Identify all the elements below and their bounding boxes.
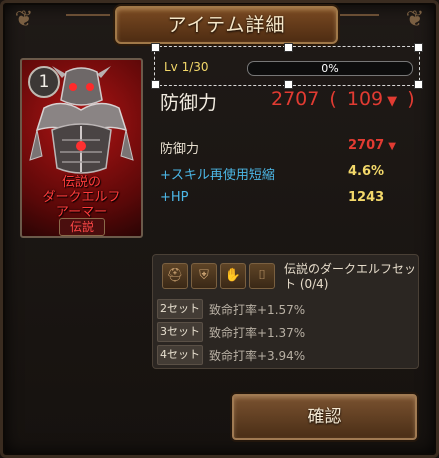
level-progress-text: 0% [321, 62, 339, 75]
set-effect-text: 致命打率+1.37% [209, 326, 306, 340]
set-count-tag: 2セット [157, 299, 203, 319]
set-bonus-row: 4セット 致命打率+3.94% [157, 345, 417, 365]
down-arrow-icon: ▼ [388, 141, 396, 152]
stat-number: 2707 [348, 138, 385, 153]
resize-handle[interactable] [284, 43, 293, 52]
main-stat-number: 2707 [271, 88, 320, 110]
gloves-icon[interactable]: ✋ [220, 263, 246, 289]
set-bonus-row: 2セット 致命打率+1.57% [157, 299, 417, 319]
stat-label: +スキル再使用短縮 [160, 168, 275, 183]
resize-handle[interactable] [151, 80, 160, 89]
helmet-icon[interactable]: ⛑ [162, 263, 188, 289]
frame-ornament-icon: ❦ [14, 7, 34, 32]
set-effect-text: 致命打率+1.57% [209, 303, 306, 317]
main-stat-delta: 109 [346, 88, 384, 110]
set-bonus-row: 3セット 致命打率+1.37% [157, 322, 417, 342]
stat-value: 2707 ▼ [348, 138, 396, 153]
set-count-tag: 4セット [157, 345, 203, 365]
set-bonus-title: 伝説のダークエルフセット (0/4) [284, 262, 417, 291]
item-card[interactable]: 1 伝説の ダークエルフ アーマー 伝説 [20, 58, 143, 238]
resize-handle[interactable] [414, 43, 423, 52]
window-title: アイテム詳細 [115, 6, 338, 44]
set-bonus-panel: ⛑ ⛨ ✋ ⌷ 伝説のダークエルフセット (0/4) 2セット 致命打率+1.5… [152, 254, 419, 369]
stat-value: 4.6% [348, 164, 384, 179]
set-count-tag: 3セット [157, 322, 203, 342]
item-name-line: 伝説の [61, 175, 101, 190]
boots-icon[interactable]: ⌷ [249, 263, 275, 289]
item-name: 伝説の ダークエルフ アーマー [22, 175, 141, 220]
level-panel: Lv 1/30 0% [151, 43, 423, 89]
main-stat-paren-close: ) [407, 88, 415, 110]
resize-handle[interactable] [151, 43, 160, 52]
title-divider [335, 14, 379, 26]
main-stat-label: 防御力 [160, 92, 218, 114]
item-name-line: ダークエルフ [42, 190, 121, 205]
stat-label: +HP [160, 190, 189, 205]
stat-value: 1243 [348, 190, 384, 205]
main-stat-value: 2707 ( 109 ▼ ) [271, 88, 419, 110]
main-stat-paren-open: ( [329, 88, 337, 110]
title-divider [66, 14, 110, 26]
down-arrow-icon: ▼ [387, 94, 398, 109]
armor-icon[interactable]: ⛨ [191, 263, 217, 289]
stat-label: 防御力 [160, 142, 200, 157]
quantity-badge: 1 [28, 66, 60, 98]
level-label: Lv 1/30 [164, 60, 209, 74]
frame-ornament-icon: ❦ [405, 7, 425, 32]
level-progress-bar: 0% [247, 61, 413, 76]
confirm-button[interactable]: 確認 [232, 394, 417, 440]
stat-number: 4.6% [348, 164, 385, 179]
rarity-badge: 伝説 [59, 218, 105, 236]
set-effect-text: 致命打率+3.94% [209, 349, 306, 363]
stat-number: 1243 [348, 190, 385, 205]
